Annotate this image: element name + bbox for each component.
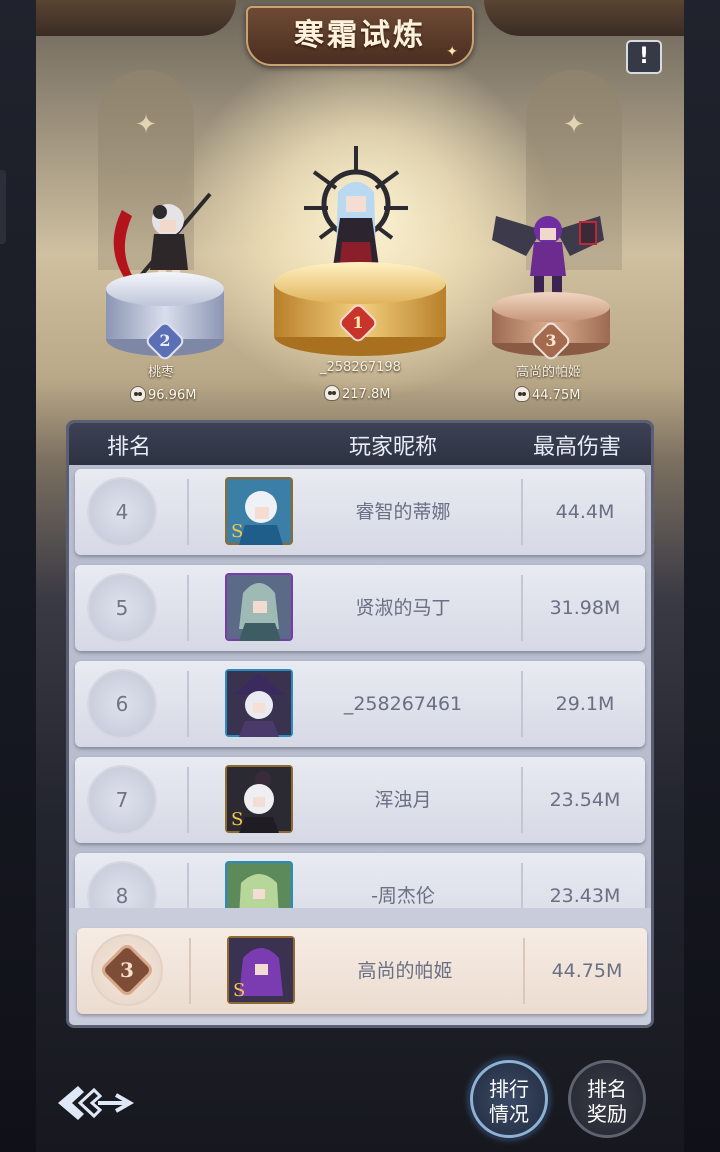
max-damage: 44.4M — [555, 501, 615, 523]
rank-1-score-value: 217.8M — [342, 387, 391, 402]
page-title: 寒霜试炼 — [294, 18, 426, 53]
ranking-reward-button[interactable]: 排名 奖励 — [568, 1060, 646, 1138]
rank-number: 4 — [115, 500, 129, 524]
ranking-list[interactable]: 4 S 睿智的蒂娜 44.4M 5 贤淑的马丁 31.98M 6 _258267… — [69, 465, 651, 908]
rank-2-score: 96.96M — [130, 386, 196, 403]
ranking-status-label-line1: 排行 — [489, 1077, 529, 1101]
rank-number: 7 — [115, 788, 129, 812]
ranking-panel: 排名 玩家昵称 最高伤害 4 S 睿智的蒂娜 44.4M 5 贤淑的马丁 31.… — [66, 420, 654, 1028]
exclamation-icon: ! — [638, 44, 650, 69]
back-arrow-icon[interactable] — [54, 1078, 134, 1128]
info-button[interactable]: ! — [626, 40, 662, 74]
right-background — [684, 0, 720, 1152]
svg-text:S: S — [231, 521, 243, 542]
rank-3-number: 3 — [545, 331, 557, 350]
self-rank-section: 3 S 高尚的帕姬 44.75M — [69, 918, 651, 1025]
rank-1-player-name: _258267198 — [320, 360, 401, 375]
max-damage: 23.43M — [549, 885, 621, 907]
ranking-status-button[interactable]: 排行 情况 — [470, 1060, 548, 1138]
star-emblem-icon: ✦ — [563, 110, 585, 140]
ranking-reward-label-line2: 奖励 — [587, 1102, 627, 1126]
self-rank-row[interactable]: 3 S 高尚的帕姬 44.75M — [77, 928, 647, 1014]
rank-number: 8 — [115, 884, 129, 908]
player-name: _258267461 — [343, 693, 463, 715]
max-damage: 23.54M — [549, 789, 621, 811]
star-emblem-icon: ✦ — [135, 110, 157, 140]
ranking-row[interactable]: 8 -周杰伦 23.43M — [75, 853, 645, 908]
player-name: 浑浊月 — [374, 789, 432, 811]
rank-1-score: 217.8M — [324, 385, 390, 402]
rank-number: 5 — [115, 596, 129, 620]
player-name: 高尚的帕姬 — [357, 960, 453, 982]
player-avatar[interactable] — [225, 573, 293, 641]
svg-text:S: S — [231, 809, 243, 830]
ranking-status-label-line2: 情况 — [489, 1102, 529, 1126]
skull-icon — [514, 386, 530, 402]
svg-text:S: S — [233, 980, 245, 1001]
sparkle-icon: ✦ — [446, 44, 458, 60]
skull-icon — [324, 385, 340, 401]
header-player-name: 玩家昵称 — [349, 435, 438, 460]
side-tab — [0, 170, 6, 244]
rank-number: 6 — [115, 692, 129, 716]
ranking-reward-label-line1: 排名 — [587, 1077, 627, 1101]
ranking-row[interactable]: 4 S 睿智的蒂娜 44.4M — [75, 469, 645, 555]
header-max-damage: 最高伤害 — [533, 435, 622, 460]
banner-wing-left — [36, 0, 236, 36]
player-avatar[interactable] — [225, 861, 293, 908]
rank-2-score-value: 96.96M — [148, 388, 197, 403]
player-name: 睿智的蒂娜 — [355, 501, 451, 523]
player-avatar[interactable]: S — [227, 936, 295, 1004]
header-rank: 排名 — [107, 435, 152, 460]
player-avatar[interactable]: S — [225, 765, 293, 833]
max-damage: 44.75M — [551, 960, 623, 982]
rank-3-player-name: 高尚的帕姬 — [516, 365, 582, 380]
player-avatar[interactable]: S — [225, 477, 293, 545]
title-banner: 寒霜试炼 ✦ — [246, 6, 474, 66]
bottom-bar: 排行 情况 排名 奖励 — [36, 1040, 684, 1152]
player-name: 贤淑的马丁 — [355, 597, 451, 619]
max-damage: 31.98M — [549, 597, 621, 619]
self-rank-number: 3 — [120, 958, 134, 982]
rank-3-score-value: 44.75M — [532, 388, 581, 403]
ranking-row[interactable]: 5 贤淑的马丁 31.98M — [75, 565, 645, 651]
rank-3-score: 44.75M — [514, 386, 580, 403]
game-stage: ✦ ✦ 寒霜试炼 ✦ ! 2 1 3 桃枣 96.96M _258267198 … — [36, 0, 684, 1152]
rank-2-player-name: 桃枣 — [148, 365, 175, 380]
rank-1-number: 1 — [352, 313, 364, 332]
banner-wing-right — [484, 0, 684, 36]
player-avatar[interactable] — [225, 669, 293, 737]
ranking-header: 排名 玩家昵称 最高伤害 — [69, 423, 651, 465]
max-damage: 29.1M — [555, 693, 615, 715]
skull-icon — [130, 386, 146, 402]
player-name: -周杰伦 — [371, 885, 435, 907]
rank-2-number: 2 — [159, 331, 171, 350]
ranking-row[interactable]: 7 S 浑浊月 23.54M — [75, 757, 645, 843]
ranking-row[interactable]: 6 _258267461 29.1M — [75, 661, 645, 747]
